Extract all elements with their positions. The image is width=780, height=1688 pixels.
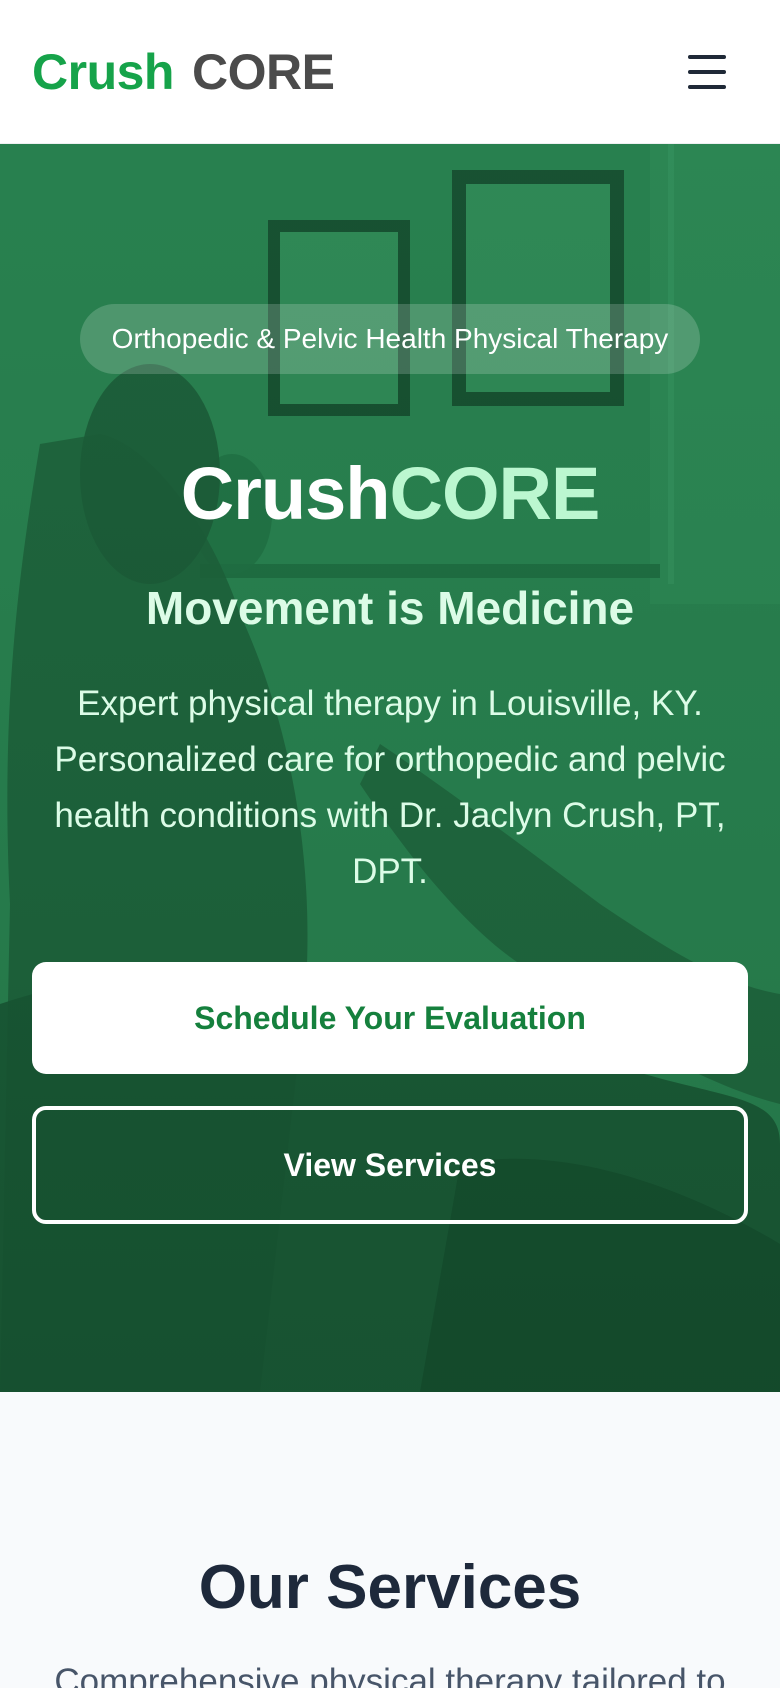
logo-core: CORE	[191, 43, 335, 100]
hero-title-crush: Crush	[180, 452, 391, 535]
hero-title-core: CORE	[389, 452, 601, 535]
hamburger-line	[688, 54, 726, 59]
hamburger-menu-icon[interactable]	[688, 54, 726, 89]
hero-content: Orthopedic & Pelvic Health Physical Ther…	[0, 144, 780, 1392]
specialty-badge: Orthopedic & Pelvic Health Physical Ther…	[79, 304, 701, 374]
hero-tagline: Movement is Medicine	[145, 582, 635, 634]
hamburger-line	[688, 69, 726, 74]
hero-title: CrushCORE	[180, 452, 601, 535]
services-section: Our Services Comprehensive physical ther…	[0, 1392, 780, 1688]
services-subtitle: Comprehensive physical therapy tailored …	[54, 1662, 726, 1688]
site-header: Crush CORE	[0, 0, 780, 144]
schedule-evaluation-button[interactable]: Schedule Your Evaluation	[32, 962, 748, 1074]
hero-section: Orthopedic & Pelvic Health Physical Ther…	[0, 144, 780, 1392]
hero-description: Expert physical therapy in Louisville, K…	[54, 684, 726, 891]
site-logo[interactable]: Crush CORE	[32, 43, 335, 101]
hamburger-line	[688, 84, 726, 89]
services-title: Our Services	[198, 1553, 582, 1622]
view-services-button[interactable]: View Services	[32, 1106, 748, 1224]
logo-crush: Crush	[32, 43, 174, 100]
